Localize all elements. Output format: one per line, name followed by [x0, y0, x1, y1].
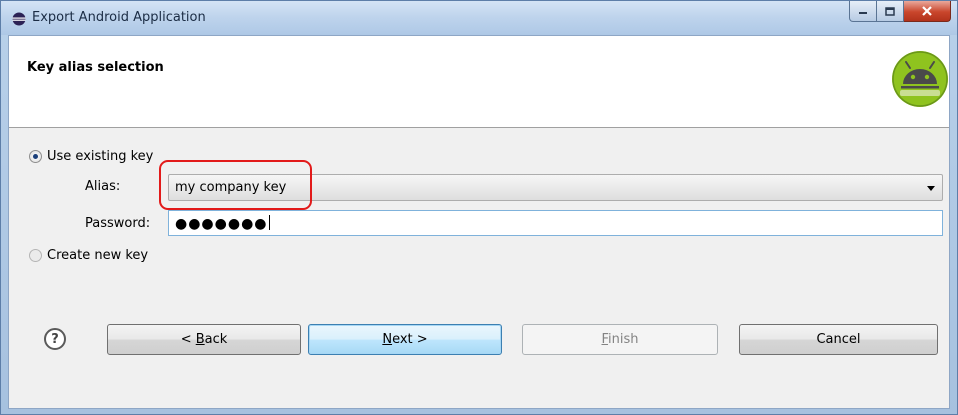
- create-new-key-label: Create new key: [47, 248, 149, 263]
- minimize-icon: [859, 12, 867, 14]
- use-existing-key-label: Use existing key: [47, 149, 154, 164]
- maximize-icon: [885, 6, 895, 16]
- create-new-key-option[interactable]: Create new key: [29, 248, 148, 263]
- finish-button-label: Finish: [601, 332, 639, 347]
- window-controls: [849, 1, 951, 22]
- create-new-key-radio[interactable]: [29, 249, 42, 262]
- export-dialog-window: Export Android Application Key alias sel…: [0, 0, 958, 415]
- wizard-header: Key alias selection: [9, 36, 949, 128]
- use-existing-key-radio[interactable]: [29, 150, 42, 163]
- close-icon: [922, 6, 932, 16]
- close-button[interactable]: [904, 1, 951, 22]
- back-button-label: < Back: [180, 332, 228, 347]
- alias-annotation-highlight: [159, 160, 312, 210]
- password-label: Password:: [85, 216, 151, 231]
- password-masked-value: ●●●●●●●: [175, 215, 270, 232]
- finish-button: Finish: [522, 324, 718, 355]
- cancel-button[interactable]: Cancel: [739, 324, 938, 355]
- title-bar[interactable]: Export Android Application: [1, 1, 957, 35]
- help-icon[interactable]: ?: [44, 328, 66, 350]
- alias-label: Alias:: [85, 179, 121, 194]
- minimize-button[interactable]: [849, 1, 877, 22]
- dialog-body: Key alias selection Use existing key Ali…: [8, 35, 950, 409]
- page-title: Key alias selection: [27, 60, 164, 75]
- window-title: Export Android Application: [32, 10, 206, 25]
- use-existing-key-option[interactable]: Use existing key: [29, 149, 153, 164]
- password-field[interactable]: ●●●●●●●: [168, 210, 943, 236]
- chevron-down-icon[interactable]: [927, 186, 935, 191]
- text-caret: [268, 215, 270, 230]
- next-button[interactable]: Next >: [308, 324, 502, 355]
- maximize-button[interactable]: [877, 1, 904, 22]
- back-button[interactable]: < Back: [107, 324, 301, 355]
- next-button-label: Next >: [382, 332, 428, 347]
- android-robot-icon: [892, 51, 948, 107]
- eclipse-icon: [12, 12, 26, 26]
